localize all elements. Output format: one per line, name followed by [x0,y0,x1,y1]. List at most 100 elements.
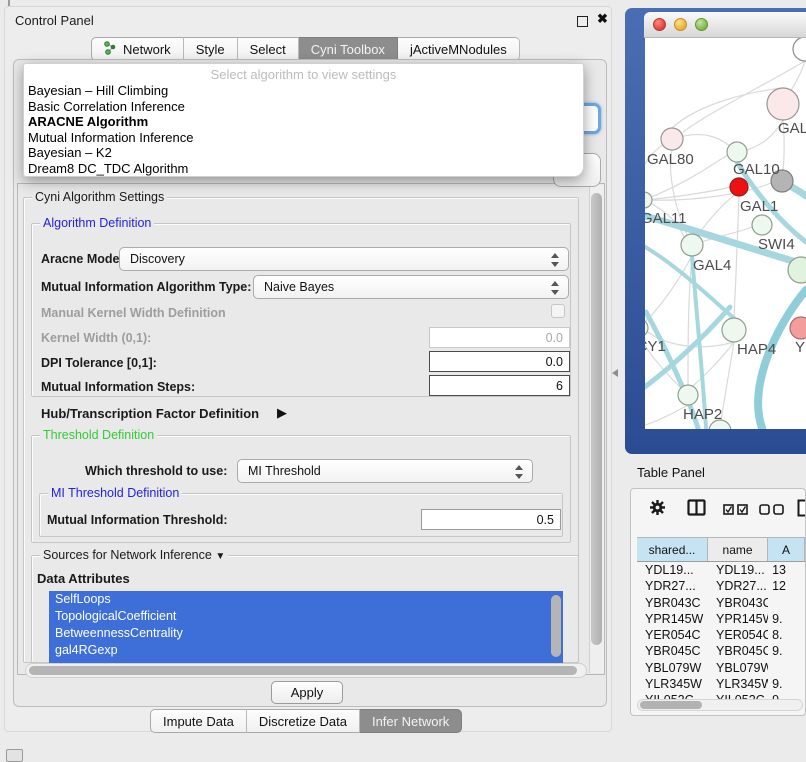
attribute-item[interactable]: gal4RGexp [49,642,563,659]
algorithm-option[interactable]: Dream8 DC_TDC Algorithm [24,161,583,177]
apply-button[interactable]: Apply [271,681,343,704]
table-cell: YBL079W [637,661,708,677]
attribute-item[interactable]: SelfLoops [49,591,563,608]
algorithm-option[interactable]: Bayesian – K2 [24,145,583,161]
expand-arrow-icon[interactable]: ▶ [277,405,287,421]
minimized-panel-icon[interactable] [6,749,23,762]
aracne-mode-label: Aracne Mode: [41,252,124,266]
table-cell: 9. [768,644,805,660]
table-cell: YER054C [637,628,708,644]
tab-select[interactable]: Select [238,37,299,61]
control-panel: Control Panel ✖ NetworkStyleSelectCyni T… [4,6,612,732]
split-columns-icon[interactable] [687,499,706,521]
deselect-all-checkboxes-icon[interactable] [759,502,785,520]
node-label: Y [795,339,805,356]
manual-kernel-width-checkbox[interactable] [551,304,565,318]
vertical-scrollbar-thumb[interactable] [591,193,602,645]
table-row[interactable]: YDR27...YDR27...12 [637,579,805,595]
network-node-gal[interactable] [767,88,799,120]
node-label: GAL1 [740,198,778,215]
mi-algorithm-type-combo[interactable]: Naive Bayes [253,275,569,299]
table-row[interactable]: YER054CYER054C8. [637,628,805,644]
bottom-tab-impute-data[interactable]: Impute Data [150,709,247,733]
network-node-gal10[interactable] [727,142,747,162]
attribute-item[interactable]: BetweennessCentrality [49,625,563,642]
network-node-gal1[interactable] [730,178,748,196]
horizontal-scrollbar-thumb[interactable] [29,666,577,675]
table-cell: 9. [768,677,805,693]
which-threshold-combo[interactable]: MI Threshold [237,459,533,483]
zoom-traffic-light-icon[interactable] [695,18,708,31]
table-row[interactable]: YBR043CYBR043C [637,596,805,612]
tab-cyni-toolbox[interactable]: Cyni Toolbox [299,37,398,61]
mi-algorithm-type-value: Naive Bayes [264,280,334,294]
network-tab-icon [104,41,117,58]
node-label: GCY1 [645,338,666,355]
attributes-scrollbar-thumb[interactable] [551,595,561,657]
table-row[interactable]: YDL19...YDL19...13 [637,563,805,579]
aracne-mode-combo[interactable]: Discovery [119,247,569,271]
column-header[interactable]: A [768,538,805,561]
table-hscrollbar-thumb[interactable] [640,701,702,709]
network-node-gal4[interactable] [681,234,703,256]
dpi-tolerance-field[interactable]: 0.0 [429,351,570,372]
select-all-checkboxes-icon[interactable] [723,502,749,520]
network-node[interactable] [793,38,806,61]
table-cell: YLR345W [637,677,708,693]
column-header[interactable]: shared... [637,538,708,561]
collapse-arrow-icon[interactable]: ▼ [215,551,225,562]
cyni-settings-group-title: Cyni Algorithm Settings [32,190,167,204]
close-traffic-light-icon[interactable] [653,18,666,31]
network-node-gal80[interactable] [661,128,683,150]
bottom-tab-infer-network[interactable]: Infer Network [360,709,462,733]
float-window-icon[interactable] [577,16,588,27]
data-attributes-label: Data Attributes [37,571,130,586]
tab-network[interactable]: Network [91,37,184,61]
hub-definition-label[interactable]: Hub/Transcription Factor Definition [41,406,259,421]
network-node-hap4[interactable] [722,318,746,342]
algorithm-option[interactable]: Bayesian – Hill Climbing [24,83,583,99]
network-node-gcy1[interactable] [645,319,648,337]
mi-threshold-field[interactable]: 0.5 [421,509,561,530]
network-node-swi4[interactable] [752,215,772,235]
table-hscrollbar-track[interactable] [637,699,803,711]
network-canvas[interactable]: GALGAL80GAL10GAL1GAL11SWI4GAL4GCY1HAP4YH… [645,38,806,429]
bottom-tab-discretize-data[interactable]: Discretize Data [247,709,360,733]
table-body: YDL19...YDL19...13YDR27...YDR27...12YBR0… [637,563,805,699]
export-table-icon[interactable] [797,499,806,522]
network-window-titlebar[interactable] [644,12,806,38]
table-panel: shared...nameA YDL19...YDL19...13YDR27..… [630,488,806,716]
mi-steps-field[interactable]: 6 [429,375,570,396]
network-node-gal11[interactable] [645,192,652,208]
algorithm-definition-title: Algorithm Definition [40,216,154,230]
gear-icon[interactable] [649,499,666,521]
network-graph: GALGAL80GAL10GAL1GAL11SWI4GAL4GCY1HAP4YH… [645,38,806,429]
algorithm-placeholder: Select algorithm to view settings [24,64,583,83]
splitter-collapse-icon[interactable] [612,369,618,377]
algorithm-option[interactable]: ARACNE Algorithm [24,114,583,130]
table-row[interactable]: YBR045CYBR045C9. [637,644,805,660]
network-node-hap2[interactable] [678,385,698,405]
algorithm-option[interactable]: Basic Correlation Inference [24,99,583,115]
table-row[interactable]: YLR345WYLR345W9. [637,677,805,693]
algorithm-option[interactable]: Mutual Information Inference [24,130,583,146]
tab-style[interactable]: Style [184,37,238,61]
minimize-traffic-light-icon[interactable] [674,18,687,31]
mi-algorithm-type-label: Mutual Information Algorithm Type: [41,280,251,294]
aracne-mode-value: Discovery [130,252,185,266]
network-window: GALGAL80GAL10GAL1GAL11SWI4GAL4GCY1HAP4YH… [625,8,806,454]
algorithm-list: Bayesian – Hill ClimbingBasic Correlatio… [24,83,583,176]
network-node-y[interactable] [790,317,806,339]
kernel-width-field[interactable]: 0.0 [429,327,570,348]
close-icon[interactable]: ✖ [597,11,608,27]
table-cell: YPR145W [708,612,768,628]
data-attributes-list[interactable]: SelfLoopsTopologicalCoefficientBetweenne… [49,591,563,664]
table-row[interactable]: YBL079WYBL079W [637,661,805,677]
node-label: HAP4 [737,341,776,358]
table-cell: YBR045C [708,644,768,660]
algorithm-dropdown-popup: Select algorithm to view settings Bayesi… [23,63,584,177]
column-header[interactable]: name [708,538,768,561]
tab-jactivemnodules[interactable]: jActiveMNodules [398,37,520,61]
attribute-item[interactable]: TopologicalCoefficient [49,608,563,625]
table-row[interactable]: YPR145WYPR145W9. [637,612,805,628]
